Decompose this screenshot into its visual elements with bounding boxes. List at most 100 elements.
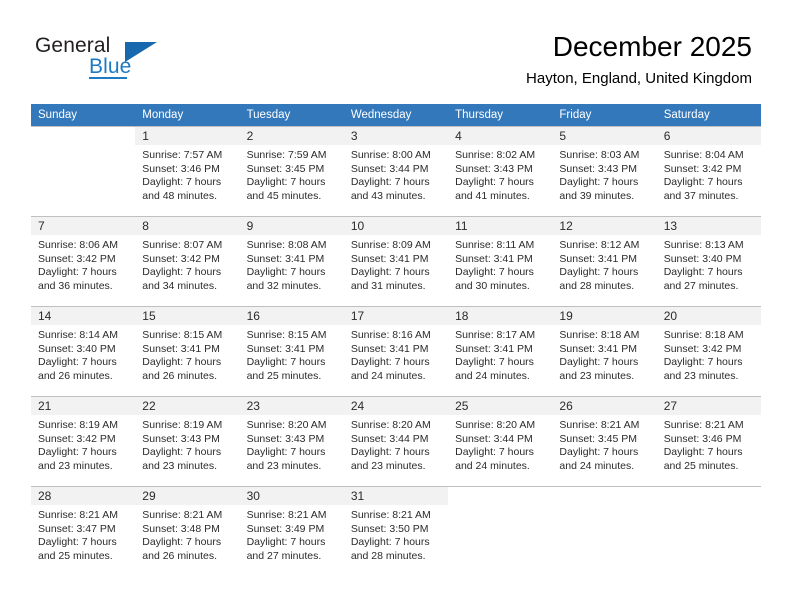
day-details: Sunrise: 8:16 AM Sunset: 3:41 PM Daylight:… (344, 325, 448, 383)
sunset-time: Sunset: 3:48 PM (142, 522, 220, 535)
calendar-day-cell[interactable]: 28 Sunrise: 8:21 AM Sunset: 3:47 PM Dayligh… (31, 486, 136, 576)
calendar-day-cell[interactable]: 10 Sunrise: 8:09 AM Sunset: 3:41 PM Dayligh… (343, 216, 449, 307)
calendar-page: General Blue December 2025 Hayton, Engla… (0, 0, 792, 612)
calendar-cell-inner: 24 Sunrise: 8:20 AM Sunset: 3:44 PM Dayligh… (343, 397, 449, 486)
calendar-day-cell[interactable]: 13 Sunrise: 8:13 AM Sunset: 3:40 PM Dayligh… (656, 216, 761, 307)
sunrise-time: Sunrise: 7:57 AM (142, 149, 223, 161)
calendar-day-cell[interactable]: 26 Sunrise: 8:21 AM Sunset: 3:45 PM Dayligh… (552, 396, 657, 487)
sunrise-time: Sunrise: 8:07 AM (142, 239, 223, 251)
daylight-duration-line2: and 23 minutes. (350, 459, 426, 472)
day-details: Sunrise: 8:08 AM Sunset: 3:41 PM Daylight:… (240, 235, 344, 293)
calendar-day-cell[interactable]: 17 Sunrise: 8:16 AM Sunset: 3:41 PM Dayligh… (343, 306, 449, 397)
sunrise-time: Sunrise: 8:08 AM (246, 239, 327, 251)
calendar-day-cell[interactable]: 1 Sunrise: 7:57 AM Sunset: 3:46 PM Daylight… (135, 126, 240, 217)
day-details: Sunrise: 7:57 AM Sunset: 3:46 PM Daylight:… (135, 145, 239, 203)
sunrise-time: Sunrise: 8:21 AM (663, 419, 744, 431)
day-details: Sunrise: 8:20 AM Sunset: 3:44 PM Daylight:… (344, 415, 448, 473)
day-number: 30 (239, 487, 344, 505)
sunset-time: Sunset: 3:42 PM (142, 252, 220, 265)
calendar-day-cell[interactable]: 18 Sunrise: 8:17 AM Sunset: 3:41 PM Dayligh… (448, 306, 553, 397)
day-number: 15 (135, 307, 240, 325)
calendar-day-cell[interactable]: 6 Sunrise: 8:04 AM Sunset: 3:42 PM Daylight… (656, 126, 761, 217)
calendar-day-cell[interactable]: 29 Sunrise: 8:21 AM Sunset: 3:48 PM Dayligh… (135, 486, 240, 576)
daylight-duration-line2: and 41 minutes. (455, 189, 530, 202)
calendar-day-cell[interactable]: 24 Sunrise: 8:20 AM Sunset: 3:44 PM Dayligh… (343, 396, 449, 487)
calendar-day-cell[interactable]: 16 Sunrise: 8:15 AM Sunset: 3:41 PM Dayligh… (239, 306, 344, 397)
sunset-time: Sunset: 3:41 PM (246, 252, 325, 265)
day-details (448, 505, 552, 509)
calendar-day-cell[interactable]: 31 Sunrise: 8:21 AM Sunset: 3:50 PM Dayligh… (343, 486, 449, 576)
day-number: 5 (552, 127, 657, 145)
day-details: Sunrise: 8:21 AM Sunset: 3:47 PM Daylight:… (31, 505, 135, 563)
calendar-cell-inner: 17 Sunrise: 8:16 AM Sunset: 3:41 PM Dayligh… (343, 307, 449, 396)
day-details (552, 505, 656, 509)
calendar-cell-inner: 30 Sunrise: 8:21 AM Sunset: 3:49 PM Dayligh… (239, 487, 344, 576)
calendar-day-cell[interactable]: 27 Sunrise: 8:21 AM Sunset: 3:46 PM Dayligh… (656, 396, 761, 487)
sunset-time: Sunset: 3:43 PM (559, 162, 638, 175)
calendar-day-cell[interactable]: 5 Sunrise: 8:03 AM Sunset: 3:43 PM Daylight… (552, 126, 657, 217)
day-number (656, 487, 761, 505)
calendar-day-cell[interactable]: 8 Sunrise: 8:07 AM Sunset: 3:42 PM Daylight… (135, 216, 240, 307)
calendar-day-cell[interactable]: 2 Sunrise: 7:59 AM Sunset: 3:45 PM Daylight… (239, 126, 344, 217)
calendar-day-cell[interactable]: 15 Sunrise: 8:15 AM Sunset: 3:41 PM Dayligh… (135, 306, 240, 397)
sunrise-time: Sunrise: 8:15 AM (246, 329, 327, 341)
sunset-time: Sunset: 3:47 PM (38, 522, 116, 535)
day-number (552, 487, 657, 505)
day-number: 20 (656, 307, 761, 325)
calendar-day-cell[interactable]: 12 Sunrise: 8:12 AM Sunset: 3:41 PM Dayligh… (552, 216, 657, 307)
calendar-cell-inner: 15 Sunrise: 8:15 AM Sunset: 3:41 PM Dayligh… (135, 307, 240, 396)
daylight-duration-line1: Daylight: 7 hours (663, 446, 743, 458)
calendar-cell-empty (656, 486, 761, 576)
sunset-time: Sunset: 3:49 PM (246, 522, 325, 535)
day-number: 2 (239, 127, 344, 145)
sunset-time: Sunset: 3:46 PM (663, 432, 742, 445)
calendar-body: 1 Sunrise: 7:57 AM Sunset: 3:46 PM Daylight… (31, 126, 761, 576)
day-details: Sunrise: 8:14 AM Sunset: 3:40 PM Daylight:… (31, 325, 135, 383)
calendar-cell-inner: 16 Sunrise: 8:15 AM Sunset: 3:41 PM Dayligh… (239, 307, 344, 396)
calendar-day-cell[interactable]: 11 Sunrise: 8:11 AM Sunset: 3:41 PM Dayligh… (448, 216, 553, 307)
sunrise-time: Sunrise: 8:03 AM (559, 149, 640, 161)
daylight-duration-line2: and 32 minutes. (246, 279, 322, 292)
calendar-day-cell[interactable]: 21 Sunrise: 8:19 AM Sunset: 3:42 PM Dayligh… (31, 396, 136, 487)
weekday-header-row: Sunday Monday Tuesday Wednesday Thursday… (31, 104, 761, 127)
calendar-day-cell[interactable]: 20 Sunrise: 8:18 AM Sunset: 3:42 PM Dayligh… (656, 306, 761, 397)
calendar-day-cell[interactable]: 30 Sunrise: 8:21 AM Sunset: 3:49 PM Dayligh… (239, 486, 344, 576)
calendar-day-cell[interactable]: 22 Sunrise: 8:19 AM Sunset: 3:43 PM Dayligh… (135, 396, 240, 487)
calendar-cell-inner: 23 Sunrise: 8:20 AM Sunset: 3:43 PM Dayligh… (239, 397, 344, 486)
daylight-duration-line2: and 26 minutes. (142, 369, 217, 382)
daylight-duration-line1: Daylight: 7 hours (142, 356, 222, 368)
daylight-duration-line1: Daylight: 7 hours (559, 266, 639, 278)
calendar-cell-inner: 12 Sunrise: 8:12 AM Sunset: 3:41 PM Dayligh… (552, 217, 657, 306)
calendar-day-cell[interactable]: 4 Sunrise: 8:02 AM Sunset: 3:43 PM Daylight… (448, 126, 553, 217)
daylight-duration-line2: and 28 minutes. (350, 549, 426, 562)
daylight-duration-line1: Daylight: 7 hours (350, 266, 430, 278)
daylight-duration-line2: and 31 minutes. (350, 279, 426, 292)
daylight-duration-line2: and 45 minutes. (246, 189, 322, 202)
daylight-duration-line1: Daylight: 7 hours (455, 446, 534, 458)
calendar-day-cell[interactable]: 23 Sunrise: 8:20 AM Sunset: 3:43 PM Dayligh… (239, 396, 344, 487)
calendar-week-row: 14 Sunrise: 8:14 AM Sunset: 3:40 PM Dayligh… (31, 306, 761, 397)
calendar-cell-inner: 25 Sunrise: 8:20 AM Sunset: 3:44 PM Dayligh… (448, 397, 553, 486)
calendar-cell-inner: 14 Sunrise: 8:14 AM Sunset: 3:40 PM Dayligh… (31, 307, 136, 396)
general-blue-logo[interactable]: General Blue (35, 34, 235, 84)
calendar-day-cell[interactable]: 25 Sunrise: 8:20 AM Sunset: 3:44 PM Dayligh… (448, 396, 553, 487)
daylight-duration-line2: and 48 minutes. (142, 189, 217, 202)
calendar-day-cell[interactable]: 9 Sunrise: 8:08 AM Sunset: 3:41 PM Daylight… (239, 216, 344, 307)
sunrise-time: Sunrise: 7:59 AM (246, 149, 327, 161)
sunset-time: Sunset: 3:40 PM (38, 342, 116, 355)
sunset-time: Sunset: 3:44 PM (455, 432, 533, 445)
calendar-day-cell[interactable]: 7 Sunrise: 8:06 AM Sunset: 3:42 PM Daylight… (31, 216, 136, 307)
calendar-day-cell[interactable]: 19 Sunrise: 8:18 AM Sunset: 3:41 PM Dayligh… (552, 306, 657, 397)
day-details: Sunrise: 8:04 AM Sunset: 3:42 PM Daylight:… (657, 145, 761, 203)
daylight-duration-line2: and 36 minutes. (38, 279, 113, 292)
day-details: Sunrise: 8:21 AM Sunset: 3:49 PM Daylight:… (240, 505, 344, 563)
calendar-day-cell[interactable]: 3 Sunrise: 8:00 AM Sunset: 3:44 PM Daylight… (343, 126, 449, 217)
page-title: December 2025 (552, 31, 752, 62)
sunrise-time: Sunrise: 8:17 AM (455, 329, 536, 341)
day-details: Sunrise: 8:21 AM Sunset: 3:46 PM Daylight:… (657, 415, 761, 473)
daylight-duration-line2: and 43 minutes. (350, 189, 426, 202)
day-details: Sunrise: 8:21 AM Sunset: 3:50 PM Daylight:… (344, 505, 448, 563)
day-number: 6 (656, 127, 761, 145)
calendar-day-cell[interactable]: 14 Sunrise: 8:14 AM Sunset: 3:40 PM Dayligh… (31, 306, 136, 397)
calendar-cell-empty (31, 126, 136, 217)
